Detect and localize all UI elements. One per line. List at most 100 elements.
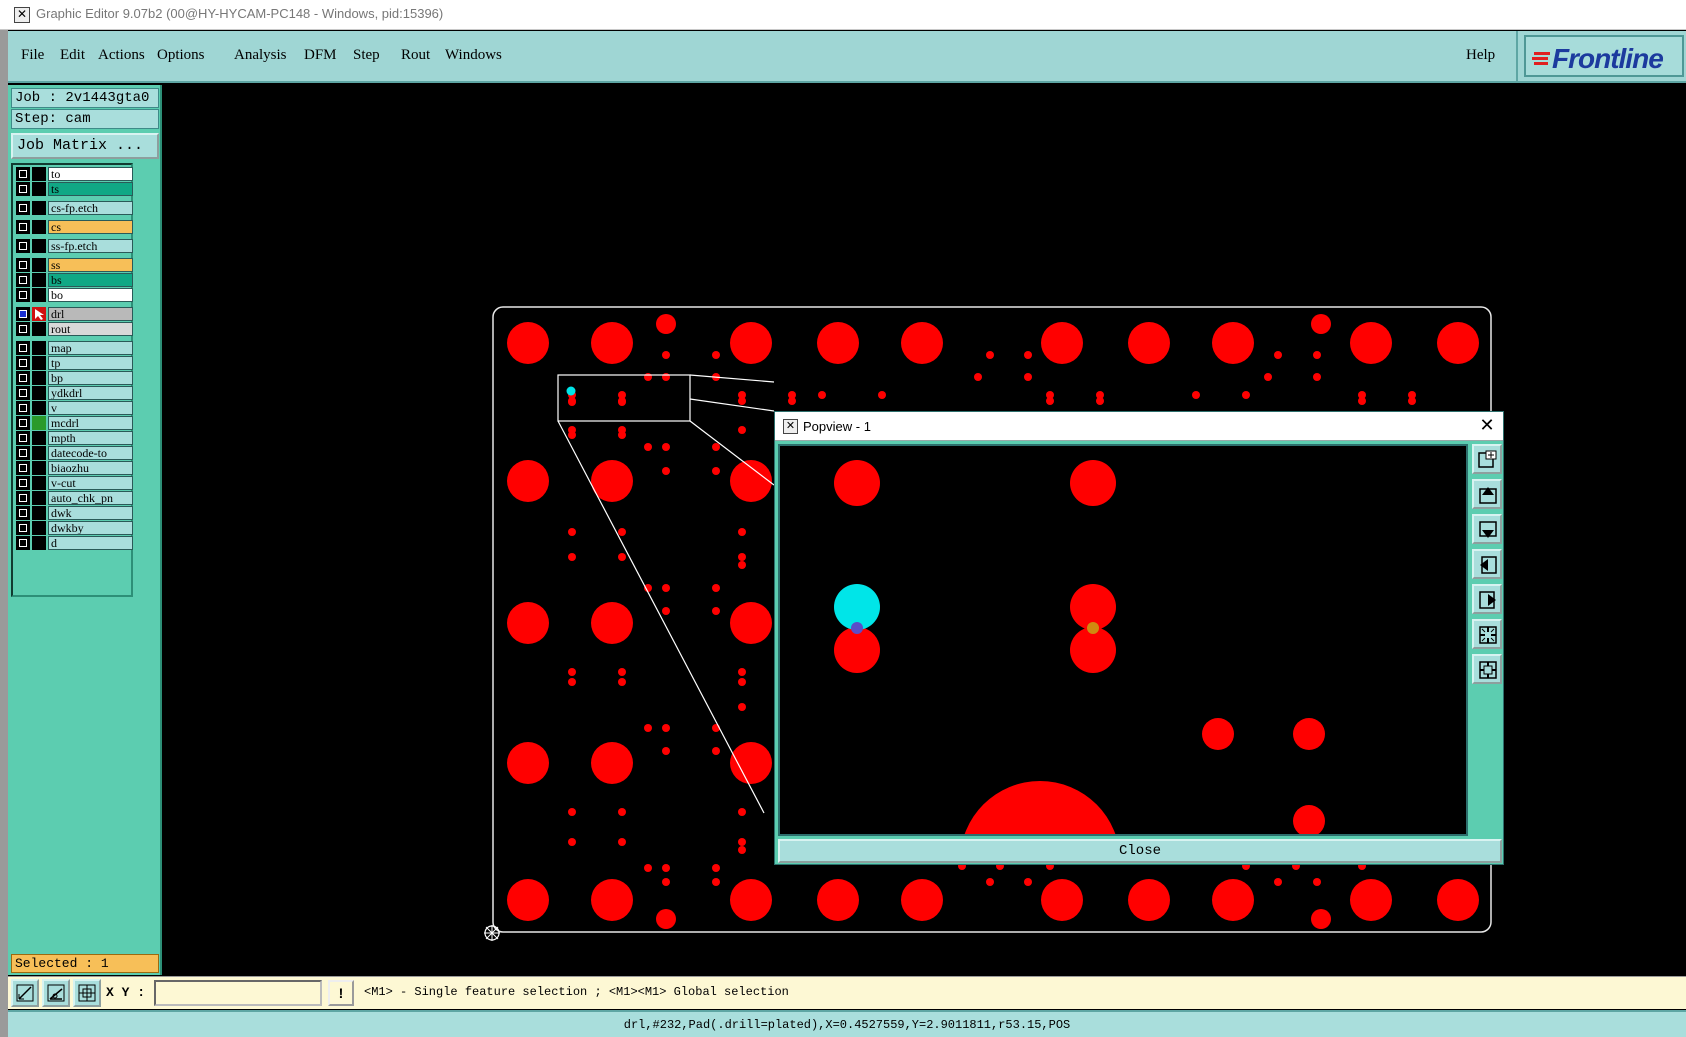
job-matrix-button[interactable]: Job Matrix ... xyxy=(11,133,159,159)
layer-checkbox[interactable] xyxy=(16,386,30,400)
layer-mark[interactable] xyxy=(32,521,46,535)
layer-name[interactable]: bp xyxy=(48,371,133,385)
layer-checkbox[interactable] xyxy=(16,356,30,370)
layer-mark[interactable] xyxy=(32,371,46,385)
menu-edit[interactable]: Edit xyxy=(60,47,85,64)
menu-options[interactable]: Options xyxy=(157,47,205,64)
layer-name[interactable]: dwk xyxy=(48,506,133,520)
layer-checkbox[interactable] xyxy=(16,416,30,430)
layer-row-mpth[interactable]: mpth xyxy=(15,431,133,445)
layer-mark[interactable] xyxy=(32,322,46,336)
menu-actions[interactable]: Actions xyxy=(98,47,145,64)
layer-name[interactable]: auto_chk_pn xyxy=(48,491,133,505)
layer-mark[interactable] xyxy=(32,491,46,505)
layer-name[interactable]: v-cut xyxy=(48,476,133,490)
layer-mark[interactable] xyxy=(32,461,46,475)
layer-name[interactable]: to xyxy=(48,167,133,181)
layer-name[interactable]: mpth xyxy=(48,431,133,445)
layer-row-v[interactable]: v xyxy=(15,401,133,415)
layer-row-mcdrl[interactable]: mcdrl xyxy=(15,416,133,430)
layer-checkbox[interactable] xyxy=(16,371,30,385)
zoom-window-icon[interactable] xyxy=(1472,444,1502,474)
menu-dfm[interactable]: DFM xyxy=(304,47,337,64)
layer-mark[interactable] xyxy=(32,182,46,196)
close-icon[interactable]: ✕ xyxy=(1475,415,1499,437)
layer-mark[interactable] xyxy=(32,386,46,400)
layer-name[interactable]: mcdrl xyxy=(48,416,133,430)
layer-row-dwk[interactable]: dwk xyxy=(15,506,133,520)
layer-mark[interactable] xyxy=(32,416,46,430)
work-layer-cursor-icon[interactable] xyxy=(32,307,46,321)
layer-checkbox[interactable] xyxy=(16,506,30,520)
layer-mark[interactable] xyxy=(32,220,46,234)
layer-name[interactable]: d xyxy=(48,536,133,550)
layer-row-ydkdrl[interactable]: ydkdrl xyxy=(15,386,133,400)
zoom-tool-icon[interactable] xyxy=(11,979,39,1007)
menu-analysis[interactable]: Analysis xyxy=(234,47,287,64)
layer-row-bo[interactable]: bo xyxy=(15,288,133,302)
layer-mark[interactable] xyxy=(32,258,46,272)
layer-row-v-cut[interactable]: v-cut xyxy=(15,476,133,490)
layer-row-auto_chk_pn[interactable]: auto_chk_pn xyxy=(15,491,133,505)
layer-checkbox[interactable] xyxy=(16,220,30,234)
pan-down-icon[interactable] xyxy=(1472,514,1502,544)
layer-name[interactable]: cs xyxy=(48,220,133,234)
layer-mark[interactable] xyxy=(32,446,46,460)
layer-checkbox[interactable] xyxy=(16,431,30,445)
layer-row-cs[interactable]: cs xyxy=(15,220,133,234)
layer-name[interactable]: bo xyxy=(48,288,133,302)
layer-row-ss-fp.etch[interactable]: ss-fp.etch xyxy=(15,239,133,253)
layer-row-d[interactable]: d xyxy=(15,536,133,550)
layer-checkbox[interactable] xyxy=(16,461,30,475)
layer-name[interactable]: v xyxy=(48,401,133,415)
layer-mark[interactable] xyxy=(32,201,46,215)
layer-mark[interactable] xyxy=(32,431,46,445)
popview-canvas[interactable] xyxy=(778,444,1468,941)
layer-name[interactable]: map xyxy=(48,341,133,355)
xy-input[interactable] xyxy=(154,980,322,1006)
layer-checkbox[interactable] xyxy=(16,239,30,253)
layer-name[interactable]: dwkby xyxy=(48,521,133,535)
layer-mark[interactable] xyxy=(32,167,46,181)
layer-row-bp[interactable]: bp xyxy=(15,371,133,385)
layer-row-tp[interactable]: tp xyxy=(15,356,133,370)
layer-checkbox[interactable] xyxy=(16,167,30,181)
layer-checkbox[interactable] xyxy=(16,536,30,550)
measure-tool-icon[interactable] xyxy=(42,979,70,1007)
layer-checkbox[interactable] xyxy=(16,491,30,505)
layer-mark[interactable] xyxy=(32,288,46,302)
layer-checkbox[interactable] xyxy=(16,476,30,490)
layer-checkbox[interactable] xyxy=(16,273,30,287)
layer-name[interactable]: datecode-to xyxy=(48,446,133,460)
layer-checkbox[interactable] xyxy=(16,401,30,415)
layer-mark[interactable] xyxy=(32,239,46,253)
popview-drawing[interactable] xyxy=(780,446,1466,941)
layer-mark[interactable] xyxy=(32,401,46,415)
layer-checkbox[interactable] xyxy=(16,341,30,355)
layer-mark[interactable] xyxy=(32,476,46,490)
zoom-out-icon[interactable] xyxy=(1472,619,1502,649)
layer-name[interactable]: drl xyxy=(48,307,133,321)
layer-row-to[interactable]: to xyxy=(15,167,133,181)
layer-mark[interactable] xyxy=(32,506,46,520)
layer-row-dwkby[interactable]: dwkby xyxy=(15,521,133,535)
menu-windows[interactable]: Windows xyxy=(445,47,502,64)
pan-up-icon[interactable] xyxy=(1472,479,1502,509)
layer-row-map[interactable]: map xyxy=(15,341,133,355)
layer-checkbox[interactable] xyxy=(16,307,30,321)
layer-name[interactable]: ss xyxy=(48,258,133,272)
menu-file[interactable]: File xyxy=(21,47,44,64)
pan-right-icon[interactable] xyxy=(1472,584,1502,614)
layer-checkbox[interactable] xyxy=(16,446,30,460)
layer-row-drl[interactable]: drl xyxy=(15,307,133,321)
layer-name[interactable]: bs xyxy=(48,273,133,287)
menu-help[interactable]: Help xyxy=(1466,47,1495,64)
layer-name[interactable]: ss-fp.etch xyxy=(48,239,133,253)
popview-close-button[interactable]: Close xyxy=(778,839,1502,863)
layer-mark[interactable] xyxy=(32,273,46,287)
layer-checkbox[interactable] xyxy=(16,288,30,302)
layer-checkbox[interactable] xyxy=(16,521,30,535)
layer-name[interactable]: ts xyxy=(48,182,133,196)
layer-checkbox[interactable] xyxy=(16,322,30,336)
layer-name[interactable]: ydkdrl xyxy=(48,386,133,400)
